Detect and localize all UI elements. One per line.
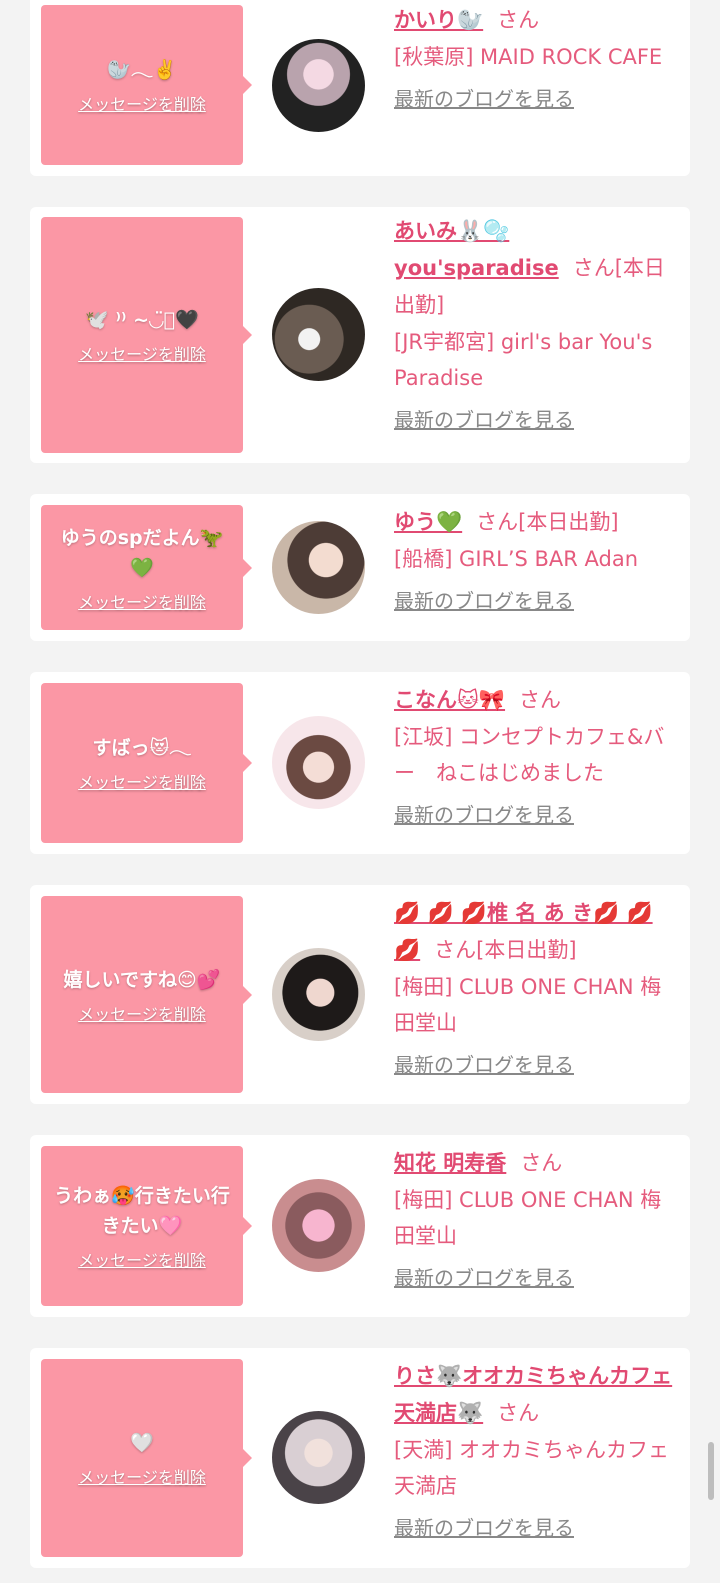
status-label: [本日出勤]: [476, 938, 577, 962]
message-card: 🕊️ ⁾⁾ ~◡̈⃝🖤 メッセージを削除 あいみ🐰🫧 you'sparadise…: [30, 207, 690, 463]
avatar[interactable]: [272, 39, 365, 132]
cast-name-link[interactable]: こなん🐱🎀: [394, 688, 505, 712]
san-label: さん: [476, 510, 519, 534]
message-text: 🦭𓂃✌️: [107, 59, 177, 81]
san-label: さん: [497, 1401, 540, 1425]
message-bubble: すばっ😻𓂃 メッセージを削除: [41, 683, 252, 843]
cast-name-link[interactable]: ゆう💚: [394, 510, 462, 534]
shop-label: [梅田] CLUB ONE CHAN 梅田堂山: [394, 1188, 662, 1248]
message-card: 🤍 メッセージを削除 りさ🐺オオカミちゃんカフェ天満店🐺 さん [天満] オオカミ…: [30, 1348, 690, 1568]
message-text: うわぁ🥵行きたい行きたい🩷: [54, 1185, 230, 1237]
avatar[interactable]: [272, 716, 365, 809]
avatar[interactable]: [272, 1411, 365, 1504]
profile-info: 知花 明寿香 さん [梅田] CLUB ONE CHAN 梅田堂山 最新のブログを…: [394, 1145, 679, 1291]
message-text: 🕊️ ⁾⁾ ~◡̈⃝🖤: [85, 309, 199, 331]
view-blog-link[interactable]: 最新のブログを見る: [394, 1049, 574, 1078]
san-label: さん: [434, 938, 477, 962]
avatar[interactable]: [272, 521, 365, 614]
shop-label: [天満] オオカミちゃんカフェ天満店: [394, 1438, 670, 1498]
shop-label: [梅田] CLUB ONE CHAN 梅田堂山: [394, 975, 662, 1035]
name-line: こなん🐱🎀 さん: [394, 682, 679, 719]
avatar[interactable]: [272, 288, 365, 381]
name-line: りさ🐺オオカミちゃんカフェ天満店🐺 さん: [394, 1358, 679, 1432]
message-bubble: 🤍 メッセージを削除: [41, 1359, 252, 1557]
message-text: すばっ😻𓂃: [92, 737, 192, 759]
name-line: ゆう💚 さん[本日出勤]: [394, 504, 679, 541]
view-blog-link[interactable]: 最新のブログを見る: [394, 83, 574, 112]
message-card: 🦭𓂃✌️ メッセージを削除 かいり🦭 さん [秋葉原] MAID ROCK CAF…: [30, 0, 690, 176]
shop-label: [江坂] コンセプトカフェ&バー ねこはじめました: [394, 725, 665, 785]
cast-name-link[interactable]: 知花 明寿香: [394, 1151, 506, 1175]
message-card: うわぁ🥵行きたい行きたい🩷 メッセージを削除 知花 明寿香 さん [梅田] CLU…: [30, 1135, 690, 1317]
shop-label: [船橋] GIRL’S BAR Adan: [394, 547, 639, 571]
delete-message-link[interactable]: メッセージを削除: [78, 1001, 206, 1025]
profile-info: こなん🐱🎀 さん [江坂] コンセプトカフェ&バー ねこはじめました 最新のブログ…: [394, 682, 679, 828]
message-bubble: 🦭𓂃✌️ メッセージを削除: [41, 5, 252, 165]
delete-message-link[interactable]: メッセージを削除: [78, 91, 206, 115]
status-label: [本日出勤]: [518, 510, 619, 534]
name-line: 知花 明寿香 さん: [394, 1145, 679, 1182]
delete-message-link[interactable]: メッセージを削除: [78, 589, 206, 613]
profile-info: りさ🐺オオカミちゃんカフェ天満店🐺 さん [天満] オオカミちゃんカフェ天満店 最…: [394, 1358, 679, 1541]
shop-label: [JR宇都宮] girl's bar You's Paradise: [394, 330, 653, 390]
profile-info: あいみ🐰🫧 you'sparadise さん[本日出勤] [JR宇都宮] girl…: [394, 213, 679, 433]
message-text: 嬉しいですね😊💕: [63, 968, 221, 991]
view-blog-link[interactable]: 最新のブログを見る: [394, 404, 574, 433]
name-line: 💋 💋 💋椎 名 あ き💋 💋 💋 さん[本日出勤]: [394, 895, 679, 969]
avatar[interactable]: [272, 948, 365, 1041]
delete-message-link[interactable]: メッセージを削除: [78, 1464, 206, 1488]
avatar[interactable]: [272, 1179, 365, 1272]
view-blog-link[interactable]: 最新のブログを見る: [394, 1512, 574, 1541]
view-blog-link[interactable]: 最新のブログを見る: [394, 585, 574, 614]
cast-name-link[interactable]: あいみ🐰🫧 you'sparadise: [394, 219, 559, 280]
shop-label: [秋葉原] MAID ROCK CAFE: [394, 45, 663, 69]
san-label: さん: [497, 8, 540, 32]
message-bubble: うわぁ🥵行きたい行きたい🩷 メッセージを削除: [41, 1146, 252, 1306]
view-blog-link[interactable]: 最新のブログを見る: [394, 799, 574, 828]
message-bubble: ゆうのspだよん🦖💚 メッセージを削除: [41, 505, 252, 630]
scrollbar[interactable]: [708, 1442, 714, 1500]
message-card: すばっ😻𓂃 メッセージを削除 こなん🐱🎀 さん [江坂] コンセプトカフェ&バー …: [30, 672, 690, 854]
san-label: さん: [519, 688, 562, 712]
profile-info: ゆう💚 さん[本日出勤] [船橋] GIRL’S BAR Adan 最新のブログを…: [394, 504, 679, 614]
delete-message-link[interactable]: メッセージを削除: [78, 341, 206, 365]
san-label: さん: [572, 256, 615, 280]
delete-message-link[interactable]: メッセージを削除: [78, 769, 206, 793]
cast-name-link[interactable]: かいり🦭: [394, 8, 483, 32]
delete-message-link[interactable]: メッセージを削除: [78, 1247, 206, 1271]
profile-info: かいり🦭 さん [秋葉原] MAID ROCK CAFE 最新のブログを見る: [394, 2, 679, 112]
message-text: ゆうのspだよん🦖💚: [60, 526, 224, 579]
name-line: あいみ🐰🫧 you'sparadise さん[本日出勤]: [394, 213, 679, 324]
message-card: 嬉しいですね😊💕 メッセージを削除 💋 💋 💋椎 名 あ き💋 💋 💋 さん[本日…: [30, 885, 690, 1104]
name-line: かいり🦭 さん: [394, 2, 679, 39]
san-label: さん: [520, 1151, 563, 1175]
view-blog-link[interactable]: 最新のブログを見る: [394, 1262, 574, 1291]
profile-info: 💋 💋 💋椎 名 あ き💋 💋 💋 さん[本日出勤] [梅田] CLUB ONE …: [394, 895, 679, 1078]
message-bubble: 嬉しいですね😊💕 メッセージを削除: [41, 896, 252, 1093]
message-text: 🤍: [130, 1432, 154, 1454]
message-card: ゆうのspだよん🦖💚 メッセージを削除 ゆう💚 さん[本日出勤] [船橋] GIR…: [30, 494, 690, 641]
message-bubble: 🕊️ ⁾⁾ ~◡̈⃝🖤 メッセージを削除: [41, 217, 252, 453]
